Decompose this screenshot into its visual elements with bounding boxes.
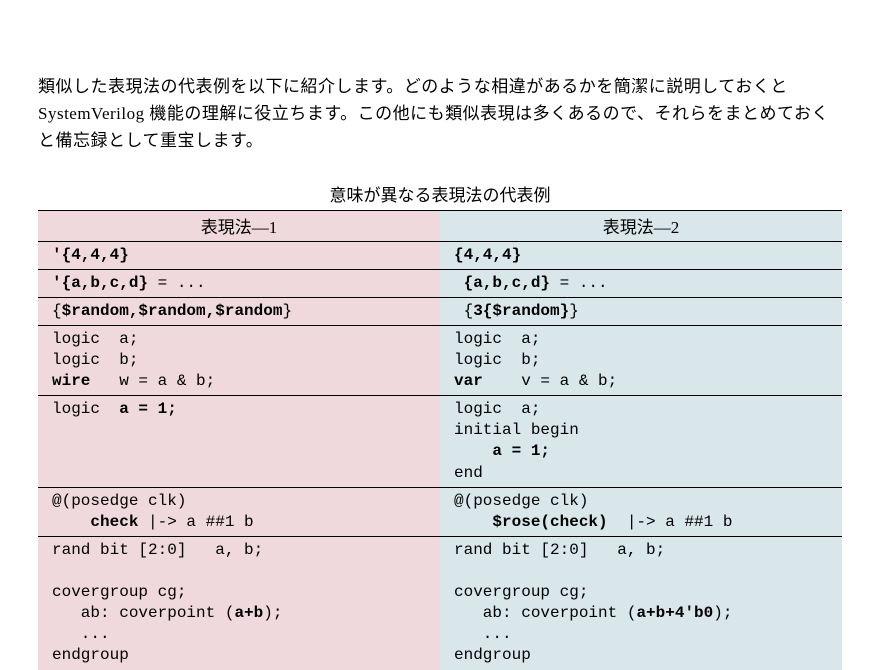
code-segment: '{4,4,4} xyxy=(52,246,129,264)
code-segment: = ... xyxy=(148,274,206,292)
table-row: logic a; logic b; wire w = a & b;logic a… xyxy=(38,325,842,395)
table-row: '{a,b,c,d} = ... {a,b,c,d} = ... xyxy=(38,269,842,297)
table-cell: @(posedge clk) $rose(check) |-> a ##1 b xyxy=(440,487,842,536)
table-cell: {3{$random}} xyxy=(440,297,842,325)
table-cell: rand bit [2:0] a, b; covergroup cg; ab: … xyxy=(440,536,842,670)
code-segment: { xyxy=(52,302,62,320)
code-segment: rand bit [2:0] a, b; covergroup cg; ab: … xyxy=(52,541,263,622)
code-segment: { xyxy=(454,302,473,320)
code-segment: |-> a ##1 b xyxy=(138,513,253,531)
table-cell: {a,b,c,d} = ... xyxy=(440,269,842,297)
code-segment: a+b xyxy=(234,604,263,622)
code-segment: 3{$random} xyxy=(473,302,569,320)
code-segment: var xyxy=(454,372,483,390)
code-segment: = ... xyxy=(550,274,608,292)
table-cell: rand bit [2:0] a, b; covergroup cg; ab: … xyxy=(38,536,440,670)
code-segment: $rose(check) xyxy=(492,513,607,531)
table-row: @(posedge clk) check |-> a ##1 b@(posedg… xyxy=(38,487,842,536)
table-cell: '{4,4,4} xyxy=(38,241,440,269)
column-header-2: 表現法―2 xyxy=(440,210,842,241)
table-cell: '{a,b,c,d} = ... xyxy=(38,269,440,297)
table-cell: {4,4,4} xyxy=(440,241,842,269)
table-cell: logic a = 1; xyxy=(38,396,440,487)
code-segment: wire xyxy=(52,372,90,390)
code-segment: a+b+4'b0 xyxy=(636,604,713,622)
table-row: '{4,4,4} {4,4,4} xyxy=(38,241,842,269)
column-header-1: 表現法―1 xyxy=(38,210,440,241)
table-cell: logic a; logic b; wire w = a & b; xyxy=(38,325,440,395)
table-cell: logic a; initial begin a = 1; end xyxy=(440,396,842,487)
code-segment: {a,b,c,d} xyxy=(454,274,550,292)
code-segment: end xyxy=(454,464,483,482)
table-cell: @(posedge clk) check |-> a ##1 b xyxy=(38,487,440,536)
table-row: {$random,$random,$random} {3{$random}} xyxy=(38,297,842,325)
code-segment: w = a & b; xyxy=(90,372,215,390)
code-segment: '{a,b,c,d} xyxy=(52,274,148,292)
code-segment: rand bit [2:0] a, b; covergroup cg; ab: … xyxy=(454,541,665,622)
code-segment: logic xyxy=(52,400,119,418)
code-segment: logic a; logic b; xyxy=(454,330,540,369)
table-header-row: 表現法―1 表現法―2 xyxy=(38,210,842,241)
table-caption: 意味が異なる表現法の代表例 xyxy=(38,181,842,206)
code-segment: {4,4,4} xyxy=(454,246,521,264)
table-cell: {$random,$random,$random} xyxy=(38,297,440,325)
code-segment: a = 1; xyxy=(492,442,550,460)
code-segment: $random,$random,$random xyxy=(62,302,283,320)
table-row: logic a = 1;logic a; initial begin a = 1… xyxy=(38,396,842,487)
expression-comparison-table: 表現法―1 表現法―2 '{4,4,4} {4,4,4} '{a,b,c,d} = … xyxy=(38,210,842,670)
code-segment: check xyxy=(90,513,138,531)
table-row: rand bit [2:0] a, b; covergroup cg; ab: … xyxy=(38,536,842,670)
table-cell: logic a; logic b; var v = a & b; xyxy=(440,325,842,395)
code-segment: logic a; logic b; xyxy=(52,330,138,369)
code-segment: |-> a ##1 b xyxy=(608,513,733,531)
code-segment: v = a & b; xyxy=(483,372,617,390)
code-segment: a = 1; xyxy=(119,400,177,418)
code-segment: } xyxy=(282,302,292,320)
code-segment: } xyxy=(569,302,579,320)
intro-paragraph: 類似した表現法の代表例を以下に紹介します。どのような相違があるかを簡潔に説明して… xyxy=(38,73,842,155)
